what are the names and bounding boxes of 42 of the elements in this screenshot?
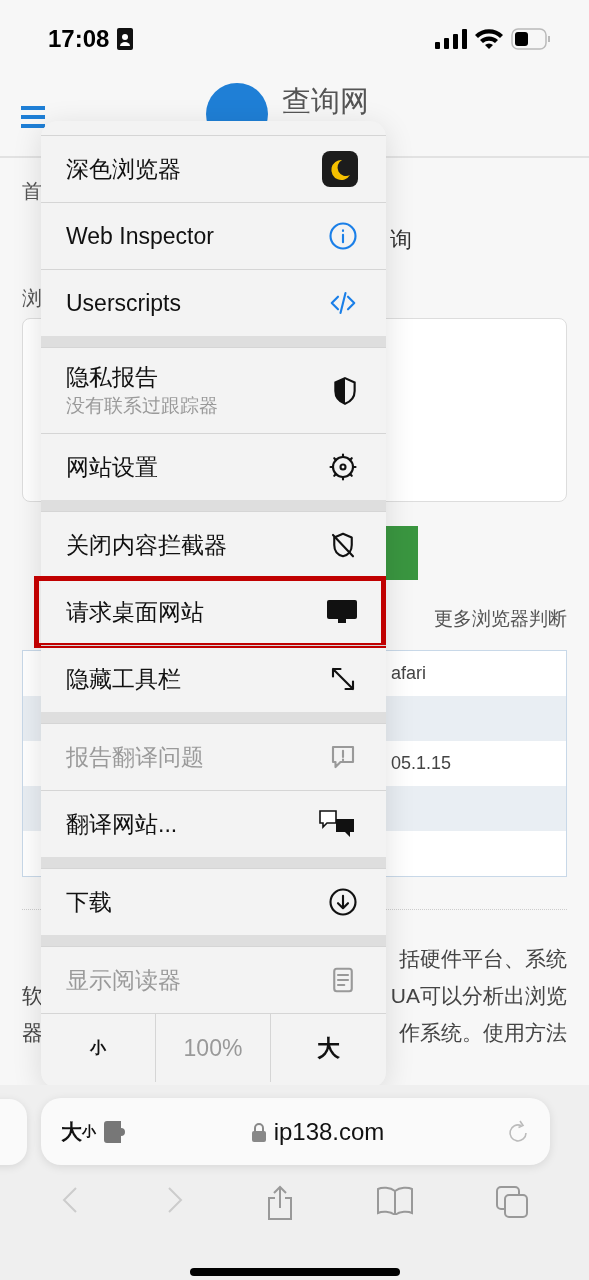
moon-app-icon <box>322 151 358 187</box>
site-name: 查询网 <box>282 86 369 117</box>
table-cell: 05.1.15 <box>391 753 452 774</box>
page-menu-big[interactable]: 大 <box>61 1117 82 1146</box>
zoom-out-button[interactable]: 小 <box>41 1014 156 1082</box>
address-bar[interactable]: 大小 ip138.com <box>41 1098 550 1165</box>
breadcrumb-text: 首 <box>22 179 42 204</box>
download-circle-icon <box>328 887 358 917</box>
paragraph-text: 括硬件平台、系统 <box>399 945 567 972</box>
paragraph-text: 作系统。使用方法 <box>399 1019 567 1046</box>
menu-item[interactable]: 深色浏览器 <box>41 135 386 202</box>
clock-time: 17:08 <box>48 25 110 53</box>
paragraph-text: 软 <box>22 982 43 1009</box>
page-title: 询 <box>390 226 412 254</box>
signal-icon <box>435 29 467 49</box>
id-card-icon <box>117 28 134 50</box>
info-icon <box>328 221 358 251</box>
zoom-in-button[interactable]: 大 <box>271 1014 386 1082</box>
zoom-level: 100% <box>156 1014 271 1082</box>
menu-item-subtitle: 没有联系过跟踪器 <box>66 394 218 418</box>
paragraph-text: 器 <box>22 1019 43 1046</box>
menu-item[interactable]: 请求桌面网站 <box>41 578 386 645</box>
menu-item: 报告翻译问题 <box>41 723 386 790</box>
lock-icon <box>251 1121 266 1142</box>
menu-item[interactable]: 关闭内容拦截器 <box>41 511 386 578</box>
paragraph-text: UA可以分析出浏览 <box>390 982 567 1009</box>
desktop-icon <box>326 598 358 626</box>
menu-item[interactable]: 隐私报告 没有联系过跟踪器 <box>41 347 386 433</box>
shield-icon <box>332 375 358 406</box>
page-menu-small[interactable]: 小 <box>82 1122 96 1141</box>
menu-item: 显示阅读器 <box>41 946 386 1013</box>
url-text: ip138.com <box>273 1117 385 1146</box>
section-label: 浏 <box>22 286 42 311</box>
wifi-icon <box>475 29 503 49</box>
menu-item[interactable]: Web Inspector <box>41 202 386 269</box>
menu-icon[interactable] <box>20 104 46 130</box>
tabs-icon[interactable] <box>494 1185 529 1219</box>
battery-icon <box>511 28 551 50</box>
reload-icon[interactable] <box>506 1118 530 1145</box>
gear-icon <box>328 452 358 482</box>
table-cell: afari <box>391 663 426 684</box>
bookmarks-icon[interactable] <box>376 1185 415 1215</box>
